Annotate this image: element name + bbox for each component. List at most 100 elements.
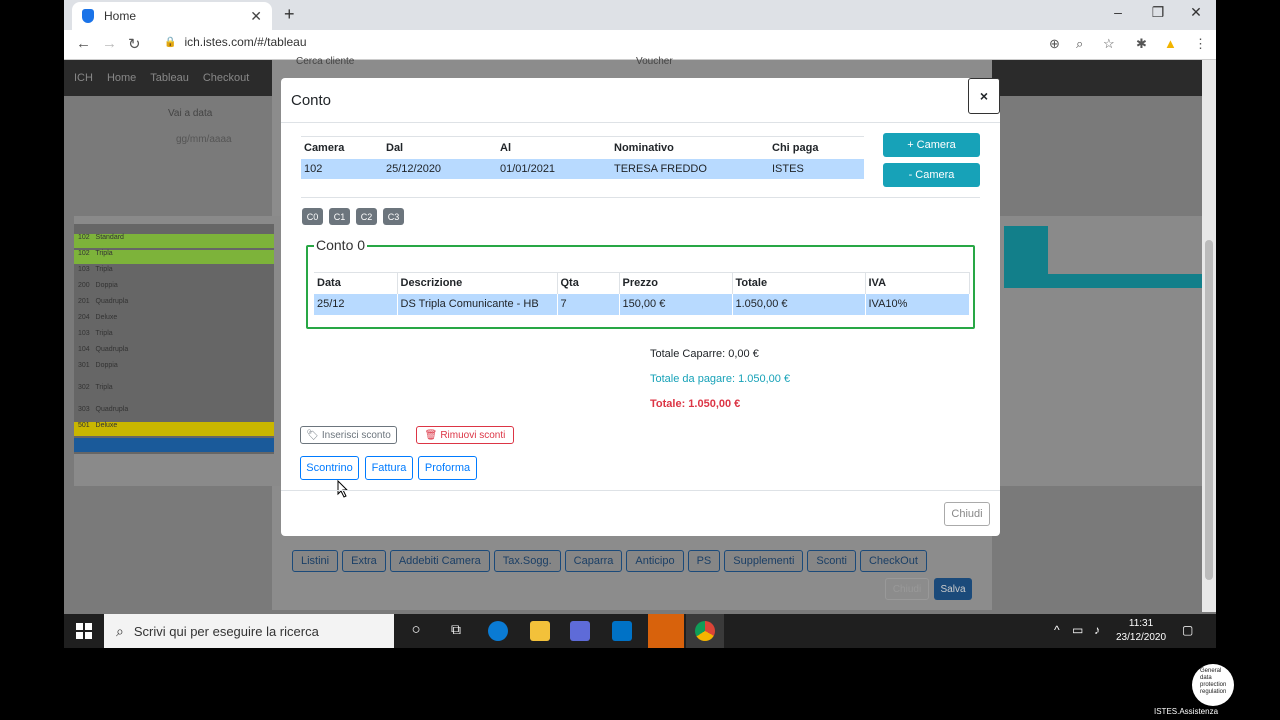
cell: 102 (301, 158, 383, 179)
volume-icon[interactable]: ♪ (1094, 623, 1100, 637)
room-row[interactable]: 501 Deluxe (74, 422, 274, 436)
room-row[interactable]: 200 Doppia (74, 282, 274, 296)
fattura-button[interactable]: Fattura (365, 456, 413, 480)
browser-tabstrip: Home ✕ + – ❐ ✕ (64, 0, 1216, 30)
nav-home[interactable]: Home (107, 72, 136, 84)
task-view-icon[interactable]: ⧉ (446, 621, 466, 641)
proforma-button[interactable]: Proforma (418, 456, 477, 480)
cortana-icon[interactable]: ○ (406, 621, 426, 641)
chiudi-button[interactable]: Chiudi (944, 502, 990, 526)
remove-camera-button[interactable]: - Camera (883, 163, 980, 187)
inserisci-sconto-button[interactable]: 🏷 Inserisci sconto (300, 426, 397, 444)
col-chi-paga: Chi paga (772, 141, 819, 154)
lock-icon: 🔒 (164, 36, 177, 48)
room-row[interactable]: 201 Quadrupla (74, 298, 274, 312)
conto-c3-button[interactable]: C3 (383, 208, 404, 225)
sconti-button[interactable]: Sconti (807, 550, 856, 572)
cell: 1.050,00 € (732, 293, 866, 315)
header-divider (281, 122, 1000, 123)
background-salva-button[interactable]: Salva (934, 578, 972, 600)
background-chiudi-button[interactable]: Chiudi (885, 578, 929, 600)
divider (301, 197, 980, 198)
windows-start-icon[interactable] (76, 623, 92, 639)
menu-icon[interactable]: ⋮ (1194, 36, 1207, 52)
gdpr-badge: General data protection regulation (1192, 664, 1234, 706)
conto-modal: Conto × Camera Dal Al Nominativo Chi pag… (281, 78, 1000, 536)
conto-c2-button[interactable]: C2 (356, 208, 377, 225)
notifications-icon[interactable]: ▢ (1182, 623, 1193, 637)
caparra-button[interactable]: Caparra (564, 550, 623, 572)
room-row[interactable]: 303 Quadrupla (74, 406, 274, 420)
add-camera-button[interactable]: + Camera (883, 133, 980, 157)
cell: 150,00 € (619, 293, 733, 315)
mouse-cursor-icon (337, 480, 349, 498)
checkout-button[interactable]: CheckOut (859, 550, 927, 572)
tray-chevron-icon[interactable]: ^ (1054, 623, 1060, 637)
edge-icon[interactable] (488, 621, 508, 641)
minimize-button[interactable]: – (1098, 4, 1138, 20)
scontrino-button[interactable]: Scontrino (300, 456, 359, 480)
outlook-icon[interactable] (612, 621, 632, 641)
room-row[interactable]: 102 Tripla (74, 250, 274, 264)
chrome-taskbar-item[interactable] (686, 614, 724, 648)
reload-icon[interactable]: ↻ (128, 35, 141, 53)
extensions-icon[interactable]: ✱ (1136, 36, 1147, 52)
listini-button[interactable]: Listini (292, 550, 339, 572)
room-row[interactable]: 103 Tripla (74, 330, 274, 344)
taskbar-clock[interactable]: 11:31 23/12/2020 (1116, 617, 1166, 645)
location-icon[interactable]: ⊕ (1049, 36, 1060, 52)
table-row[interactable]: 102 25/12/2020 01/01/2021 TERESA FREDDO … (301, 158, 864, 179)
rimuovi-sconti-button[interactable]: 🗑 Rimuovi sconti (416, 426, 514, 444)
ps-button[interactable]: PS (687, 550, 721, 572)
room-row[interactable] (74, 438, 274, 452)
nav-tableau[interactable]: Tableau (150, 72, 189, 84)
warning-icon[interactable]: ▲ (1164, 36, 1177, 51)
forward-icon[interactable]: → (102, 35, 117, 52)
tab-close-icon[interactable]: ✕ (250, 8, 262, 25)
date-input[interactable]: gg/mm/aaaa (176, 134, 232, 145)
new-tab-icon[interactable]: + (284, 4, 295, 25)
modal-title: Conto (291, 92, 332, 109)
conto-fieldset: Conto 0 Data Descrizione Qta Prezzo Tota… (306, 237, 975, 329)
network-icon[interactable]: ▭ (1072, 623, 1083, 637)
anticipo-button[interactable]: Anticipo (626, 550, 684, 572)
back-icon[interactable]: ← (76, 35, 91, 52)
maximize-button[interactable]: ❐ (1138, 4, 1178, 21)
nav-checkout[interactable]: Checkout (203, 72, 249, 84)
file-explorer-icon[interactable] (530, 621, 550, 641)
supplementi-button[interactable]: Supplementi (724, 550, 804, 572)
browser-tab[interactable]: Home ✕ (72, 2, 272, 30)
conto-c0-button[interactable]: C0 (302, 208, 323, 225)
room-row[interactable]: 102 Standard (74, 234, 274, 248)
table-row[interactable]: 25/12 DS Tripla Comunicante - HB 7 150,0… (314, 293, 970, 315)
camera-table: Camera Dal Al Nominativo Chi paga 102 25… (301, 136, 864, 179)
room-row[interactable]: 204 Deluxe (74, 314, 274, 328)
teamviewer-icon[interactable] (648, 614, 684, 648)
room-row[interactable]: 104 Quadrupla (74, 346, 274, 360)
room-row[interactable]: 301 Doppia (74, 362, 274, 376)
close-window-button[interactable]: ✕ (1176, 4, 1216, 21)
page-scrollbar[interactable] (1202, 60, 1216, 612)
cell: TERESA FREDDO (611, 158, 769, 179)
col-camera: Camera (304, 141, 345, 154)
app-brand[interactable]: ICH (74, 72, 93, 84)
col-qta: Qta (557, 272, 620, 294)
star-icon[interactable]: ☆ (1103, 36, 1115, 52)
voucher-label: Voucher (636, 56, 673, 67)
conto-c1-button[interactable]: C1 (329, 208, 350, 225)
extra-button[interactable]: Extra (342, 550, 386, 572)
address-bar[interactable]: 🔒 ich.istes.com/#/tableau (164, 35, 307, 49)
tax-sogg-button[interactable]: Tax.Sogg. (493, 550, 561, 572)
store-icon[interactable] (570, 621, 590, 641)
addebiti-camera-button[interactable]: Addebiti Camera (389, 550, 490, 572)
taskbar-search[interactable]: ⌕ Scrivi qui per eseguire la ricerca (104, 614, 394, 648)
room-row[interactable]: 103 Tripla (74, 266, 274, 280)
search-icon: ⌕ (116, 622, 124, 639)
col-nominativo: Nominativo (614, 141, 674, 154)
room-row[interactable]: 302 Tripla (74, 384, 274, 398)
bottom-action-bar: Listini Extra Addebiti Camera Tax.Sogg. … (292, 550, 927, 572)
zoom-icon[interactable]: ⌕ (1076, 36, 1083, 52)
tab-title: Home (104, 9, 137, 23)
modal-close-button[interactable]: × (968, 78, 1000, 114)
booking-block[interactable] (1004, 274, 1202, 288)
